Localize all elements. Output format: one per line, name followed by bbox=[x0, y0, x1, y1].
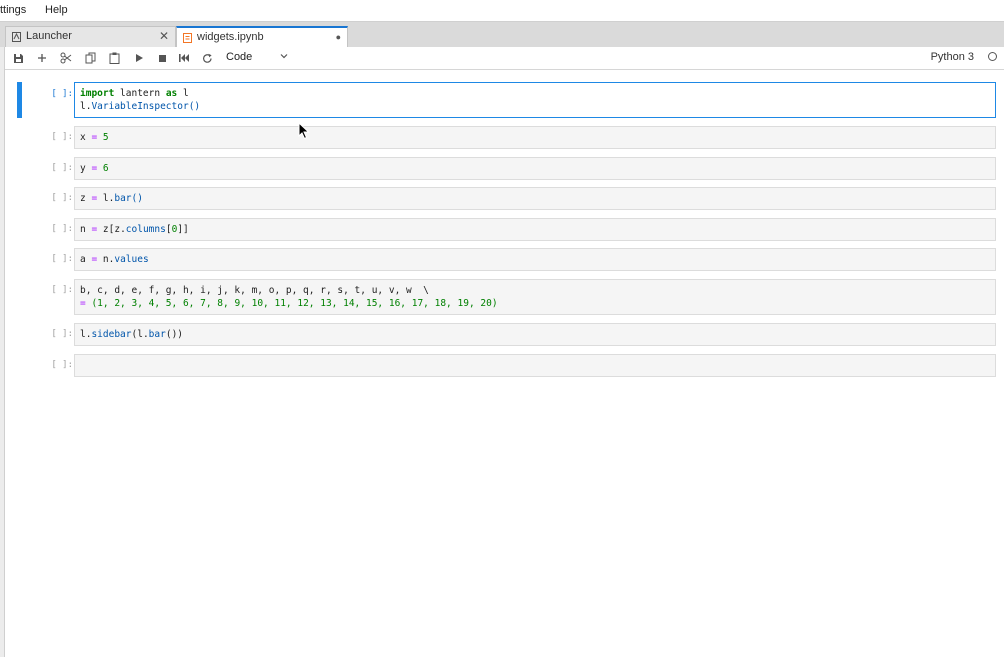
close-icon[interactable]: ✕ bbox=[159, 29, 169, 43]
cell-prompt: [ ]: bbox=[51, 89, 73, 99]
kernel-name[interactable]: Python 3 bbox=[931, 51, 974, 63]
restart-run-all-icon[interactable] bbox=[177, 51, 191, 65]
menu-bar: ttings Help bbox=[0, 0, 1004, 22]
tab-label: widgets.ipynb bbox=[197, 31, 264, 43]
code-token: (1, 2, 3, 4, 5, 6, 7, 8, 9, 10, 11, 12, … bbox=[85, 298, 498, 309]
tab-widgets-notebook[interactable]: widgets.ipynb ● bbox=[176, 26, 348, 48]
code-token: y bbox=[80, 163, 92, 174]
copy-icon[interactable] bbox=[83, 51, 97, 65]
cell-type-select[interactable]: Code bbox=[226, 51, 252, 63]
cell-editor[interactable]: b, c, d, e, f, g, h, i, j, k, m, o, p, q… bbox=[74, 279, 996, 315]
code-token: 6 bbox=[97, 163, 109, 174]
run-icon[interactable] bbox=[132, 51, 146, 65]
cell-prompt: [ ]: bbox=[51, 329, 73, 339]
kernel-status-icon bbox=[988, 52, 997, 61]
cell-editor[interactable]: import lantern as l l.VariableInspector(… bbox=[74, 82, 996, 118]
code-token: n. bbox=[97, 254, 115, 265]
code-token: () bbox=[131, 193, 143, 204]
tab-label: Launcher bbox=[26, 30, 72, 42]
save-icon[interactable] bbox=[11, 51, 25, 65]
tab-bar: Launcher ✕ widgets.ipynb ● bbox=[0, 22, 1004, 48]
code-token: l. bbox=[97, 193, 115, 204]
code-token: 5 bbox=[97, 132, 109, 143]
code-token: as bbox=[165, 88, 178, 99]
code-token: VariableInspector bbox=[91, 101, 189, 112]
cell-editor[interactable]: n = z[z.columns[0]] bbox=[74, 218, 996, 241]
unsaved-dot-icon[interactable]: ● bbox=[336, 32, 341, 42]
code-token: values bbox=[114, 254, 149, 265]
cell-editor[interactable]: z = l.bar() bbox=[74, 187, 996, 210]
code-token: (l. bbox=[131, 329, 149, 340]
restart-icon[interactable] bbox=[200, 51, 214, 65]
stop-icon[interactable] bbox=[155, 51, 169, 65]
chevron-down-icon[interactable] bbox=[279, 50, 289, 65]
mouse-cursor-icon bbox=[298, 121, 310, 140]
code-token: z[z. bbox=[97, 224, 126, 235]
code-token: l. bbox=[80, 329, 92, 340]
cell-prompt: [ ]: bbox=[51, 163, 73, 173]
menu-help[interactable]: Help bbox=[45, 4, 68, 16]
cell-editor[interactable]: x = 5 bbox=[74, 126, 996, 149]
cell-editor[interactable] bbox=[74, 354, 996, 377]
code-token: () bbox=[188, 101, 201, 112]
code-token: z bbox=[80, 193, 92, 204]
code-token: sidebar bbox=[91, 329, 132, 340]
cell-prompt: [ ]: bbox=[51, 224, 73, 234]
code-token: l. bbox=[80, 101, 92, 112]
cell-prompt: [ ]: bbox=[51, 285, 73, 295]
cell-prompt: [ ]: bbox=[51, 254, 73, 264]
cell-editor[interactable]: y = 6 bbox=[74, 157, 996, 180]
launcher-icon bbox=[12, 32, 21, 42]
code-token: b, c, d, e, f, g, h, i, j, k, m, o, p, q… bbox=[80, 285, 429, 296]
code-token: a bbox=[80, 254, 92, 265]
cut-icon[interactable] bbox=[59, 51, 73, 65]
notebook-panel: [ ]: import lantern as l l.VariableInspe… bbox=[5, 70, 1004, 657]
notebook-toolbar: Code Python 3 bbox=[5, 47, 1004, 70]
code-token: bar bbox=[148, 329, 166, 340]
code-token: ]] bbox=[177, 224, 189, 235]
code-token: n bbox=[80, 224, 92, 235]
cell-editor[interactable]: l.sidebar(l.bar()) bbox=[74, 323, 996, 346]
code-token: ()) bbox=[165, 329, 184, 340]
code-token: x bbox=[80, 132, 92, 143]
code-token: bar bbox=[114, 193, 132, 204]
code-token: columns bbox=[125, 224, 166, 235]
code-token: lantern bbox=[114, 88, 166, 99]
cell-prompt: [ ]: bbox=[51, 360, 73, 370]
code-token: l bbox=[177, 88, 189, 99]
notebook-icon bbox=[183, 33, 192, 43]
code-token: import bbox=[80, 88, 115, 99]
cell-prompt: [ ]: bbox=[51, 193, 73, 203]
tab-launcher[interactable]: Launcher ✕ bbox=[5, 26, 176, 47]
cell-prompt: [ ]: bbox=[51, 132, 73, 142]
cell-collapser[interactable] bbox=[17, 82, 22, 118]
add-cell-icon[interactable] bbox=[35, 51, 49, 65]
menu-settings[interactable]: ttings bbox=[0, 4, 26, 16]
paste-icon[interactable] bbox=[107, 51, 121, 65]
cell-editor[interactable]: a = n.values bbox=[74, 248, 996, 271]
